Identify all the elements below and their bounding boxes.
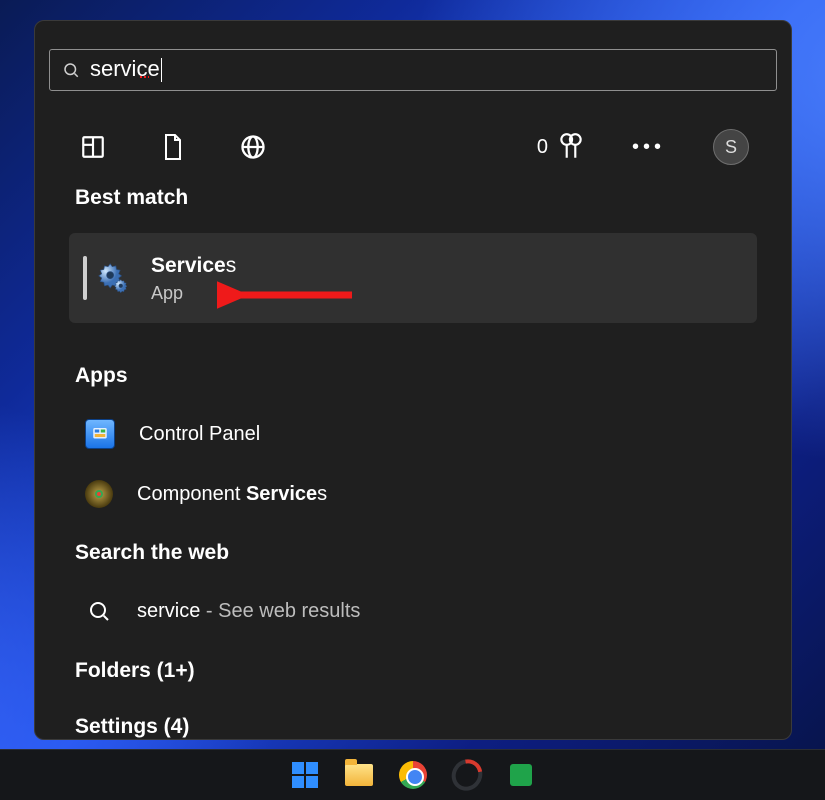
filter-apps-icon[interactable] <box>77 131 109 163</box>
chat-app-button[interactable] <box>506 760 536 790</box>
web-search-label: service - See web results <box>137 600 360 623</box>
control-panel-icon <box>85 419 115 449</box>
file-explorer-button[interactable] <box>344 760 374 790</box>
filter-web-icon[interactable] <box>237 131 269 163</box>
app-result-control-panel[interactable]: Control Panel <box>85 411 741 457</box>
web-search-icon <box>85 597 113 625</box>
start-search-panel: service 0 ••• S Be <box>34 20 792 740</box>
user-avatar[interactable]: S <box>713 129 749 165</box>
chat-icon <box>510 764 532 786</box>
rewards-indicator[interactable]: 0 <box>537 132 584 162</box>
search-filter-bar: 0 ••• S <box>77 121 749 173</box>
text-cursor <box>161 58 162 82</box>
start-button[interactable] <box>290 760 320 790</box>
section-header-apps: Apps <box>75 364 751 388</box>
app-ring-button[interactable] <box>452 760 482 790</box>
search-icon <box>62 61 80 79</box>
control-panel-label: Control Panel <box>139 423 260 446</box>
component-services-label: Component Services <box>137 483 327 506</box>
chrome-icon <box>399 761 427 789</box>
best-match-subtitle: App <box>151 283 236 304</box>
taskbar <box>0 749 825 800</box>
chrome-button[interactable] <box>398 760 428 790</box>
section-header-web: Search the web <box>75 541 751 565</box>
more-options-icon[interactable]: ••• <box>632 137 665 157</box>
app-result-component-services[interactable]: Component Services <box>85 471 741 517</box>
desktop-wallpaper: service 0 ••• S Be <box>0 0 825 800</box>
services-app-icon <box>95 260 131 296</box>
rewards-icon <box>558 132 584 162</box>
user-initial: S <box>725 137 737 158</box>
windows-logo-icon <box>292 762 318 788</box>
rewards-count: 0 <box>537 136 548 159</box>
search-query-text: service <box>90 58 162 82</box>
search-input-container[interactable]: service <box>49 49 777 91</box>
filter-documents-icon[interactable] <box>157 131 189 163</box>
ring-icon <box>445 753 488 796</box>
component-services-icon <box>85 480 113 508</box>
section-header-folders[interactable]: Folders (1+) <box>75 659 751 683</box>
web-search-result[interactable]: service - See web results <box>85 588 741 634</box>
section-header-best-match: Best match <box>75 186 751 210</box>
selection-indicator <box>83 256 87 300</box>
best-match-result[interactable]: Services App <box>69 233 757 323</box>
section-header-settings[interactable]: Settings (4) <box>75 715 751 739</box>
best-match-title: Services <box>151 252 236 280</box>
folder-icon <box>345 764 373 786</box>
